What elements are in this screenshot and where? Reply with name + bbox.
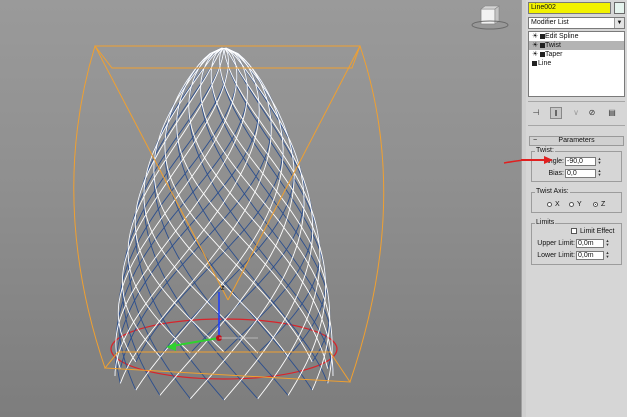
twist-axis-group: Twist Axis: X Y Z [531, 188, 622, 213]
viewport-perspective[interactable]: z [0, 0, 521, 417]
lightbulb-icon[interactable]: ☀ [532, 51, 538, 58]
pin-stack-icon[interactable]: ⊣ [530, 107, 542, 119]
expand-icon[interactable] [540, 43, 545, 48]
limit-effect-label: Limit Effect [580, 228, 615, 235]
gizmo-right-curve [349, 45, 385, 383]
wireframe-line [176, 47, 329, 369]
divider [528, 125, 625, 126]
scene-canvas[interactable]: z [0, 0, 521, 417]
modifier-stack[interactable]: ☀ Edit Spline ☀ Twist ☀ Taper Line [528, 31, 625, 97]
annotation-arrow-tail [521, 159, 545, 161]
bias-input[interactable]: 0,0 [565, 169, 596, 178]
upper-limit-spinner-arrows[interactable]: ▲ ▼ [605, 239, 610, 248]
axis-x-label: X [555, 201, 560, 208]
stack-toolbar: ⊣ ‖ ∨ ⊘ ▤ [528, 107, 625, 121]
make-unique-icon[interactable]: ∨ [570, 107, 582, 119]
wireframe-line [164, 47, 313, 363]
modifier-list-dropdown[interactable]: Modifier List ▼ [528, 17, 625, 29]
stack-item-taper[interactable]: ☀ Taper [529, 50, 624, 59]
axis-z-radio[interactable] [593, 202, 598, 207]
annotation-arrowhead [544, 156, 553, 164]
gizmo-left-curve [73, 45, 106, 369]
lower-limit-label: Lower Limit: [537, 252, 575, 259]
parameters-rollout-header[interactable]: − Parameters [529, 136, 624, 146]
command-panel: Line002 Modifier List ▼ ☀ Edit Spline ☀ … [526, 0, 627, 417]
y-axis-arrowhead [166, 342, 176, 351]
stack-item-label: Twist [545, 42, 561, 49]
expand-icon[interactable] [532, 61, 537, 66]
lower-limit-input[interactable]: 0,0m [576, 251, 604, 260]
configure-modifier-sets-icon[interactable]: ▤ [606, 107, 618, 119]
stack-item-label: Taper [545, 51, 563, 58]
stack-item-edit-spline[interactable]: ☀ Edit Spline [529, 32, 624, 41]
angle-input[interactable]: -90,0 [565, 157, 596, 166]
wireframe-line [119, 47, 272, 384]
group-title: Twist Axis: [535, 188, 570, 196]
lightbulb-icon[interactable]: ☀ [532, 42, 538, 49]
chevron-down-icon[interactable]: ▼ [614, 18, 624, 28]
group-title: Limits [535, 219, 556, 227]
modifier-list-label: Modifier List [531, 19, 569, 26]
bias-spinner-arrows[interactable]: ▲ ▼ [597, 169, 602, 178]
axis-z-label: Z [601, 201, 606, 208]
stack-item-twist[interactable]: ☀ Twist [529, 41, 624, 50]
expand-icon[interactable] [540, 52, 545, 57]
remove-modifier-icon[interactable]: ⊘ [586, 107, 598, 119]
object-name-field[interactable]: Line002 [528, 2, 611, 14]
stack-item-label: Line [538, 60, 552, 67]
object-color-swatch[interactable] [614, 2, 625, 14]
divider [528, 101, 625, 102]
angle-spinner-arrows[interactable]: ▲ ▼ [597, 157, 602, 166]
show-end-result-icon[interactable]: ‖ [550, 107, 562, 119]
upper-limit-input[interactable]: 0,0m [576, 239, 604, 248]
wireframe-line [135, 47, 284, 363]
collapse-icon[interactable]: − [533, 137, 537, 145]
upper-limit-label: Upper Limit: [537, 240, 575, 247]
bias-label: Bias: [548, 170, 564, 177]
axis-y-radio[interactable] [569, 202, 574, 207]
annotation-arrow [503, 159, 521, 164]
lower-limit-spinner-arrows[interactable]: ▲ ▼ [605, 251, 610, 260]
axis-x-radio[interactable] [547, 202, 552, 207]
stack-item-line[interactable]: Line [529, 59, 624, 68]
limits-group: Limits Limit Effect Upper Limit: 0,0m ▲ ▼… [531, 219, 622, 265]
wireframe-line [119, 47, 272, 369]
wireframe-line [223, 47, 321, 354]
expand-icon[interactable] [540, 34, 545, 39]
axis-y-label: Y [577, 201, 582, 208]
limit-effect-checkbox[interactable] [571, 228, 577, 234]
stack-item-label: Edit Spline [545, 33, 579, 40]
lightbulb-icon[interactable]: ☀ [532, 33, 538, 40]
wireframe-line [176, 47, 329, 384]
group-title: Twist: [535, 147, 555, 155]
rollout-title: Parameters [558, 137, 595, 144]
wireframe-line [219, 47, 327, 396]
z-axis-label: z [221, 285, 225, 292]
